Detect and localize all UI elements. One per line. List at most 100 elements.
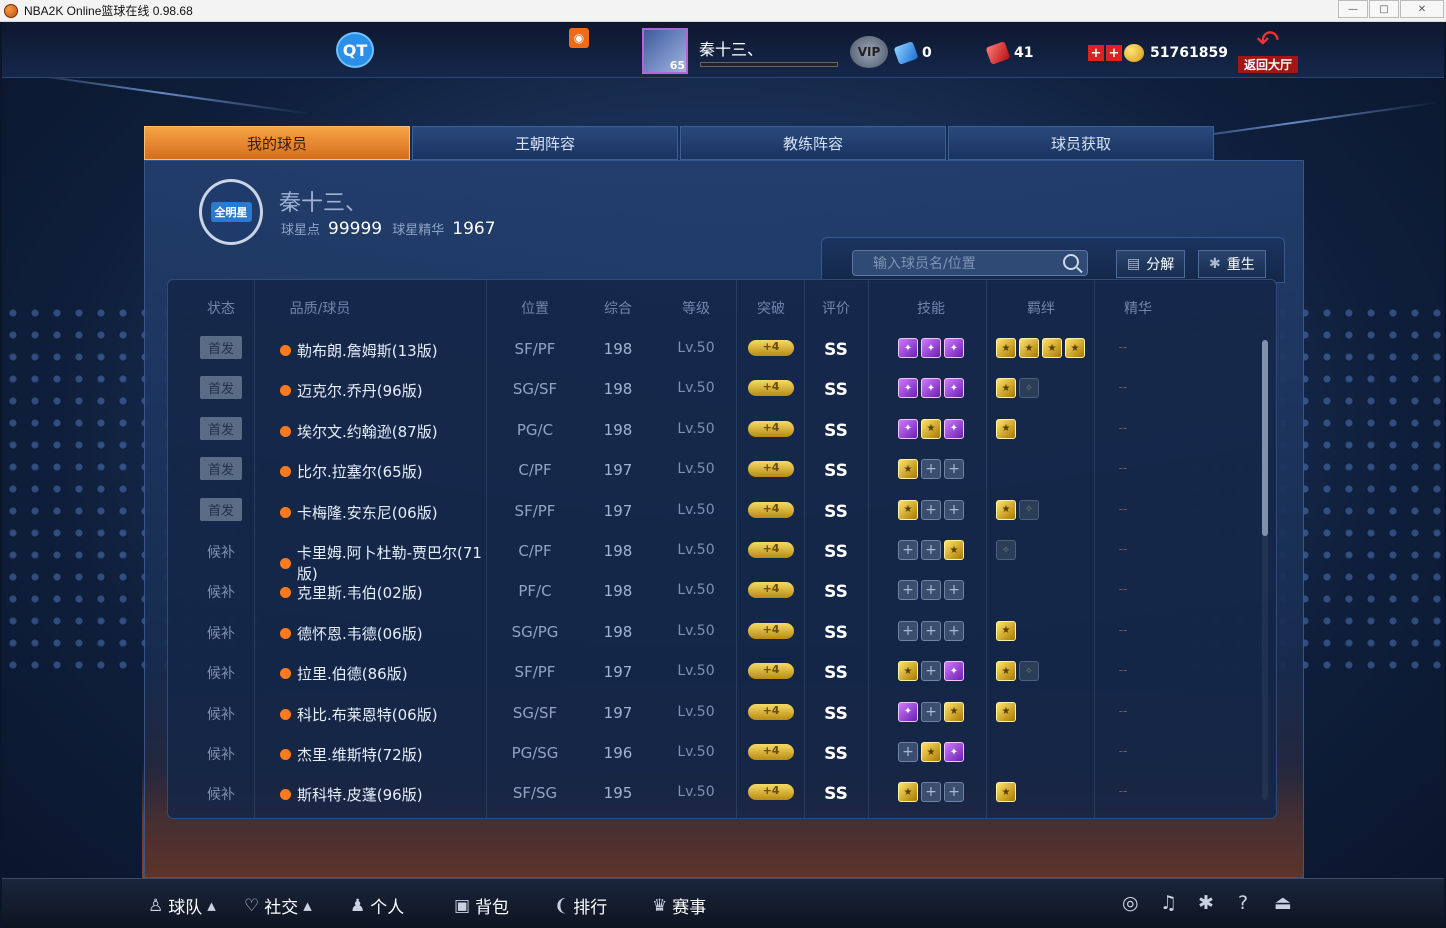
- empty-skill-slot[interactable]: +: [921, 459, 941, 480]
- maximize-button[interactable]: □: [1369, 0, 1399, 18]
- skill-icon[interactable]: ✦: [944, 742, 964, 762]
- nav-social[interactable]: ♡ 社交 ▴: [244, 893, 312, 919]
- row-breakthrough[interactable]: +4: [748, 582, 794, 599]
- search-input[interactable]: 输入球员名/位置: [852, 250, 1088, 276]
- search-icon[interactable]: [1063, 254, 1079, 270]
- empty-skill-slot[interactable]: +: [921, 580, 941, 601]
- row-player[interactable]: 卡梅隆.安东尼(06版): [280, 502, 500, 523]
- headset-icon[interactable]: ◎: [1122, 892, 1139, 914]
- bond-icon[interactable]: ★: [996, 418, 1016, 439]
- skill-icon[interactable]: ★: [898, 459, 918, 480]
- row-player[interactable]: 埃尔文.约翰逊(87版): [280, 421, 500, 442]
- bond-icon[interactable]: ★: [1042, 338, 1062, 358]
- vip-badge[interactable]: VIP: [850, 36, 888, 68]
- table-row[interactable]: 首发 埃尔文.约翰逊(87版) PG/C 198 Lv.50 +4 SS -- ✦ ★ ✦ ★: [168, 409, 1276, 449]
- empty-skill-slot[interactable]: +: [921, 499, 941, 520]
- table-scrollbar[interactable]: [1262, 340, 1268, 800]
- table-row[interactable]: 候补 斯科特.皮蓬(96版) SF/SG 195 Lv.50 +4 SS -- ★ + + ★: [168, 772, 1276, 812]
- row-player[interactable]: 杰里.维斯特(72版): [280, 744, 500, 765]
- skill-icon[interactable]: ✦: [944, 338, 964, 358]
- nav-team[interactable]: ♙ 球队 ▴: [148, 893, 216, 919]
- skill-icon[interactable]: ★: [944, 701, 964, 722]
- bond-icon[interactable]: ✧: [996, 540, 1016, 560]
- row-breakthrough[interactable]: +4: [748, 420, 794, 437]
- row-player[interactable]: 拉里.伯德(86版): [280, 663, 500, 684]
- player-avatar[interactable]: 65: [642, 28, 688, 74]
- row-breakthrough[interactable]: +4: [748, 542, 794, 558]
- skill-icon[interactable]: ✦: [921, 338, 941, 358]
- back-to-lobby-button[interactable]: ↶ 返回大厅: [1238, 26, 1298, 76]
- row-player[interactable]: 斯科特.皮蓬(96版): [280, 784, 500, 805]
- skill-icon[interactable]: ★: [898, 499, 918, 520]
- add-coin-button[interactable]: +: [1106, 45, 1122, 61]
- row-player[interactable]: 科比.布莱恩特(06版): [280, 704, 500, 725]
- row-breakthrough[interactable]: +4: [748, 501, 794, 518]
- nav-personal[interactable]: ♟ 个人: [350, 893, 404, 919]
- row-breakthrough[interactable]: +4: [748, 461, 794, 478]
- row-breakthrough[interactable]: +4: [748, 340, 794, 356]
- row-player[interactable]: 比尔.拉塞尔(65版): [280, 461, 500, 482]
- music-icon[interactable]: ♫: [1160, 892, 1177, 914]
- empty-skill-slot[interactable]: +: [944, 620, 964, 641]
- bond-icon[interactable]: ★: [1019, 338, 1039, 358]
- bond-icon[interactable]: ★: [996, 378, 1016, 399]
- empty-skill-slot[interactable]: +: [898, 540, 918, 560]
- row-player[interactable]: 德怀恩.韦德(06版): [280, 623, 500, 644]
- skill-icon[interactable]: ✦: [944, 661, 964, 682]
- table-row[interactable]: 候补 德怀恩.韦德(06版) SG/PG 198 Lv.50 +4 SS -- + + + ★: [168, 611, 1276, 651]
- skill-icon[interactable]: ✦: [898, 418, 918, 439]
- empty-skill-slot[interactable]: +: [944, 499, 964, 520]
- nav-backpack[interactable]: ▣ 背包: [454, 893, 509, 919]
- bond-icon[interactable]: ★: [996, 661, 1016, 682]
- empty-skill-slot[interactable]: +: [944, 580, 964, 601]
- bond-icon[interactable]: ★: [996, 499, 1016, 520]
- bond-icon[interactable]: ✧: [1019, 499, 1039, 520]
- empty-skill-slot[interactable]: +: [921, 661, 941, 682]
- row-player[interactable]: 勒布朗.詹姆斯(13版): [280, 340, 500, 361]
- empty-skill-slot[interactable]: +: [898, 580, 918, 601]
- row-breakthrough[interactable]: +4: [748, 744, 794, 760]
- table-row[interactable]: 首发 勒布朗.詹姆斯(13版) SF/PF 198 Lv.50 +4 SS -- ✦ ✦ ✦ ★ ★ ★ ★: [168, 328, 1276, 368]
- rebirth-button[interactable]: ✱ 重生: [1198, 250, 1266, 278]
- empty-skill-slot[interactable]: +: [921, 701, 941, 722]
- add-currency-button[interactable]: +: [1088, 45, 1104, 61]
- skill-icon[interactable]: ✦: [921, 378, 941, 399]
- bond-icon[interactable]: ★: [996, 701, 1016, 722]
- qt-chat-button[interactable]: QT: [336, 32, 374, 68]
- row-breakthrough[interactable]: +4: [748, 703, 794, 720]
- table-row[interactable]: 候补 克里斯.韦伯(02版) PF/C 198 Lv.50 +4 SS -- + + +: [168, 570, 1276, 610]
- row-breakthrough[interactable]: +4: [748, 622, 794, 639]
- tab-dynasty-lineup[interactable]: 王朝阵容: [412, 126, 678, 160]
- skill-icon[interactable]: ★: [944, 540, 964, 560]
- nav-events[interactable]: ♛ 赛事: [652, 893, 706, 919]
- empty-skill-slot[interactable]: +: [944, 459, 964, 480]
- row-breakthrough[interactable]: +4: [748, 663, 794, 680]
- row-breakthrough[interactable]: +4: [748, 380, 794, 397]
- skill-icon[interactable]: ✦: [944, 378, 964, 399]
- skill-icon[interactable]: ✦: [944, 418, 964, 439]
- decompose-button[interactable]: ▤ 分解: [1116, 250, 1186, 278]
- bond-icon[interactable]: ★: [996, 338, 1016, 358]
- scrollbar-thumb[interactable]: [1262, 340, 1268, 536]
- table-row[interactable]: 候补 拉里.伯德(86版) SF/PF 197 Lv.50 +4 SS -- ★ + ✦ ★ ✧: [168, 651, 1276, 691]
- empty-skill-slot[interactable]: +: [921, 620, 941, 641]
- row-player[interactable]: 克里斯.韦伯(02版): [280, 582, 500, 603]
- exit-icon[interactable]: ⏏: [1274, 892, 1292, 914]
- bond-icon[interactable]: ★: [996, 620, 1016, 641]
- table-row[interactable]: 候补 杰里.维斯特(72版) PG/SG 196 Lv.50 +4 SS -- + ★ ✦: [168, 732, 1276, 772]
- table-row[interactable]: 候补 卡里姆.阿卜杜勒-贾巴尔(71版) C/PF 198 Lv.50 +4 SS -- + + ★…: [168, 530, 1276, 583]
- skill-icon[interactable]: ✦: [898, 338, 918, 358]
- table-row[interactable]: 首发 比尔.拉塞尔(65版) C/PF 197 Lv.50 +4 SS -- ★ + +: [168, 449, 1276, 489]
- tab-player-acquire[interactable]: 球员获取: [948, 126, 1214, 160]
- row-breakthrough[interactable]: +4: [748, 784, 794, 801]
- bond-icon[interactable]: ★: [996, 782, 1016, 803]
- empty-skill-slot[interactable]: +: [898, 620, 918, 641]
- bond-icon[interactable]: ✧: [1019, 661, 1039, 682]
- settings-icon[interactable]: ✱: [1198, 892, 1214, 914]
- close-button[interactable]: ✕: [1400, 0, 1444, 18]
- nav-ranking[interactable]: ❨ 排行: [554, 893, 607, 919]
- bond-icon[interactable]: ✧: [1019, 378, 1039, 399]
- skill-icon[interactable]: ✦: [898, 378, 918, 399]
- help-icon[interactable]: ?: [1238, 892, 1248, 914]
- skill-icon[interactable]: ★: [921, 418, 941, 439]
